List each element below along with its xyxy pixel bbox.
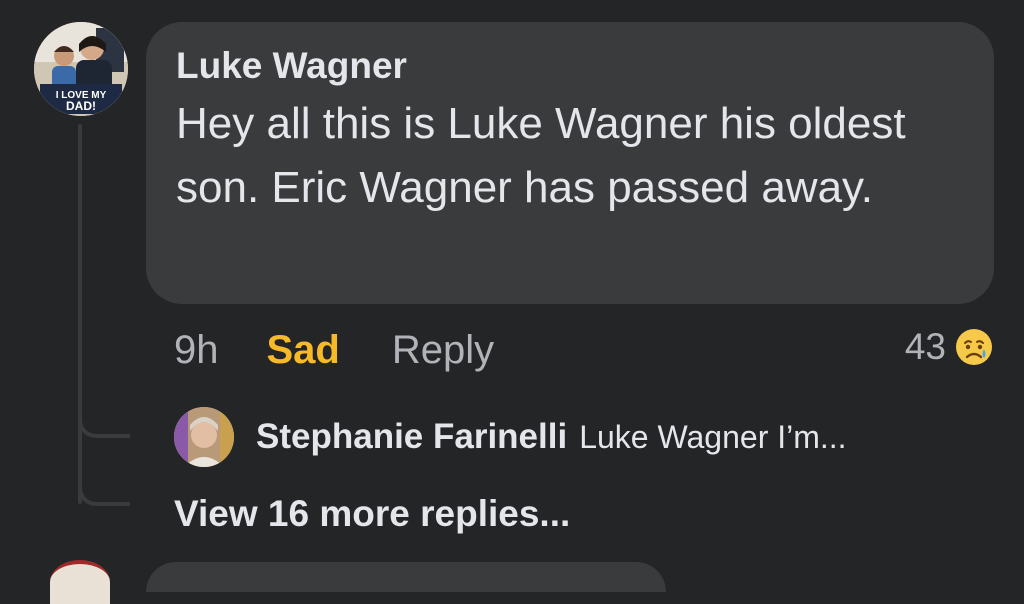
reaction-count: 43 <box>904 326 946 367</box>
avatar[interactable] <box>50 560 110 604</box>
thread-line <box>78 124 82 504</box>
profile-photo: I LOVE MY DAD! <box>34 22 128 116</box>
comment-timestamp[interactable]: 9h <box>174 328 219 373</box>
comment-author[interactable]: Luke Wagner <box>176 44 964 88</box>
view-more-replies-link[interactable]: View 16 more replies... <box>174 486 570 542</box>
reply-preview-text: Luke Wagner I’m... <box>579 418 847 455</box>
profile-photo <box>174 407 234 467</box>
sad-face-icon <box>956 329 992 365</box>
sad-reaction-button[interactable]: Sad <box>267 328 340 373</box>
thread-branch-view-more <box>78 480 130 506</box>
comment-actions: 9h Sad Reply <box>174 322 494 378</box>
avatar-caption-bottom: DAD! <box>66 99 96 113</box>
comment-text: Hey all this is Luke Wagner his oldest s… <box>176 99 906 212</box>
reply-preview[interactable]: Stephanie Farinelli Luke Wagner I’m... <box>174 406 847 468</box>
thread-branch-reply <box>78 412 130 438</box>
reply-author[interactable]: Stephanie Farinelli <box>256 417 567 457</box>
reply-button[interactable]: Reply <box>392 328 494 373</box>
avatar[interactable]: I LOVE MY DAD! <box>34 22 128 116</box>
avatar[interactable] <box>174 407 234 467</box>
comment-bubble[interactable] <box>146 562 666 592</box>
reaction-summary[interactable]: 43 <box>905 322 994 372</box>
comment-bubble[interactable]: Luke Wagner Hey all this is Luke Wagner … <box>146 22 994 304</box>
